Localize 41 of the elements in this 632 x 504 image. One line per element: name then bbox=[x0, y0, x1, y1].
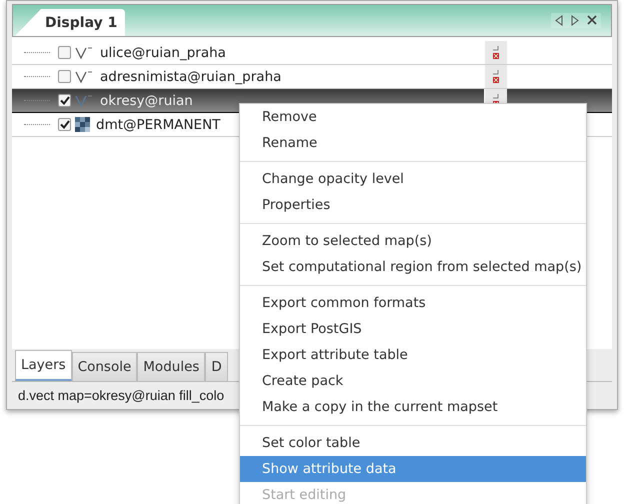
layer-name: dmt@PERMANENT bbox=[96, 116, 220, 132]
layer-properties-button[interactable] bbox=[484, 41, 507, 64]
menu-item[interactable]: Zoom to selected map(s) bbox=[240, 228, 586, 254]
layer-checkbox[interactable] bbox=[58, 118, 71, 131]
panel-tab[interactable]: Modules bbox=[137, 352, 206, 381]
panel-tab[interactable]: Console bbox=[72, 352, 138, 381]
menu-item[interactable]: Set color table bbox=[240, 430, 586, 456]
raster-layer-icon bbox=[75, 116, 91, 132]
menu-item[interactable]: Export attribute table bbox=[240, 342, 586, 368]
scroll-left-icon[interactable] bbox=[555, 15, 563, 26]
menu-item[interactable]: Rename bbox=[240, 130, 586, 156]
layer-name: ulice@ruian_praha bbox=[100, 44, 226, 60]
panel-tab[interactable]: Layers bbox=[15, 350, 72, 381]
vector-layer-icon bbox=[75, 94, 95, 106]
menu-item[interactable]: Create pack bbox=[240, 368, 586, 394]
layer-row[interactable]: ulice@ruian_praha bbox=[12, 41, 612, 65]
remove-icon bbox=[493, 77, 499, 83]
display-tab[interactable]: Display 1 bbox=[15, 9, 125, 36]
layer-name: adresnimista@ruian_praha bbox=[100, 68, 282, 84]
layer-properties-button[interactable] bbox=[484, 65, 507, 88]
layer-checkbox[interactable] bbox=[58, 70, 71, 83]
corner-icon bbox=[493, 70, 499, 75]
scroll-right-icon[interactable] bbox=[571, 15, 579, 26]
menu-item[interactable]: Export common formats bbox=[240, 290, 586, 316]
remove-icon bbox=[493, 53, 499, 59]
menu-item[interactable]: Properties bbox=[240, 192, 586, 218]
status-text: d.vect map=okresy@ruian fill_colo bbox=[18, 388, 224, 403]
menu-item[interactable]: Make a copy in the current mapset bbox=[240, 394, 586, 420]
layer-checkbox[interactable] bbox=[58, 46, 71, 59]
corner-icon bbox=[493, 94, 499, 99]
menu-item[interactable]: Set computational region from selected map(s) bbox=[240, 254, 586, 280]
menu-item[interactable]: Export PostGIS bbox=[240, 316, 586, 342]
vector-layer-icon bbox=[75, 46, 95, 58]
panel-tab[interactable]: D bbox=[205, 352, 228, 381]
vector-layer-icon bbox=[75, 70, 95, 82]
close-icon[interactable] bbox=[587, 15, 597, 25]
layer-row[interactable]: adresnimista@ruian_praha bbox=[12, 65, 612, 89]
layer-checkbox[interactable] bbox=[58, 94, 71, 107]
corner-icon bbox=[493, 46, 499, 51]
menu-item[interactable]: Change opacity level bbox=[240, 166, 586, 192]
layer-name: okresy@ruian bbox=[100, 92, 193, 108]
